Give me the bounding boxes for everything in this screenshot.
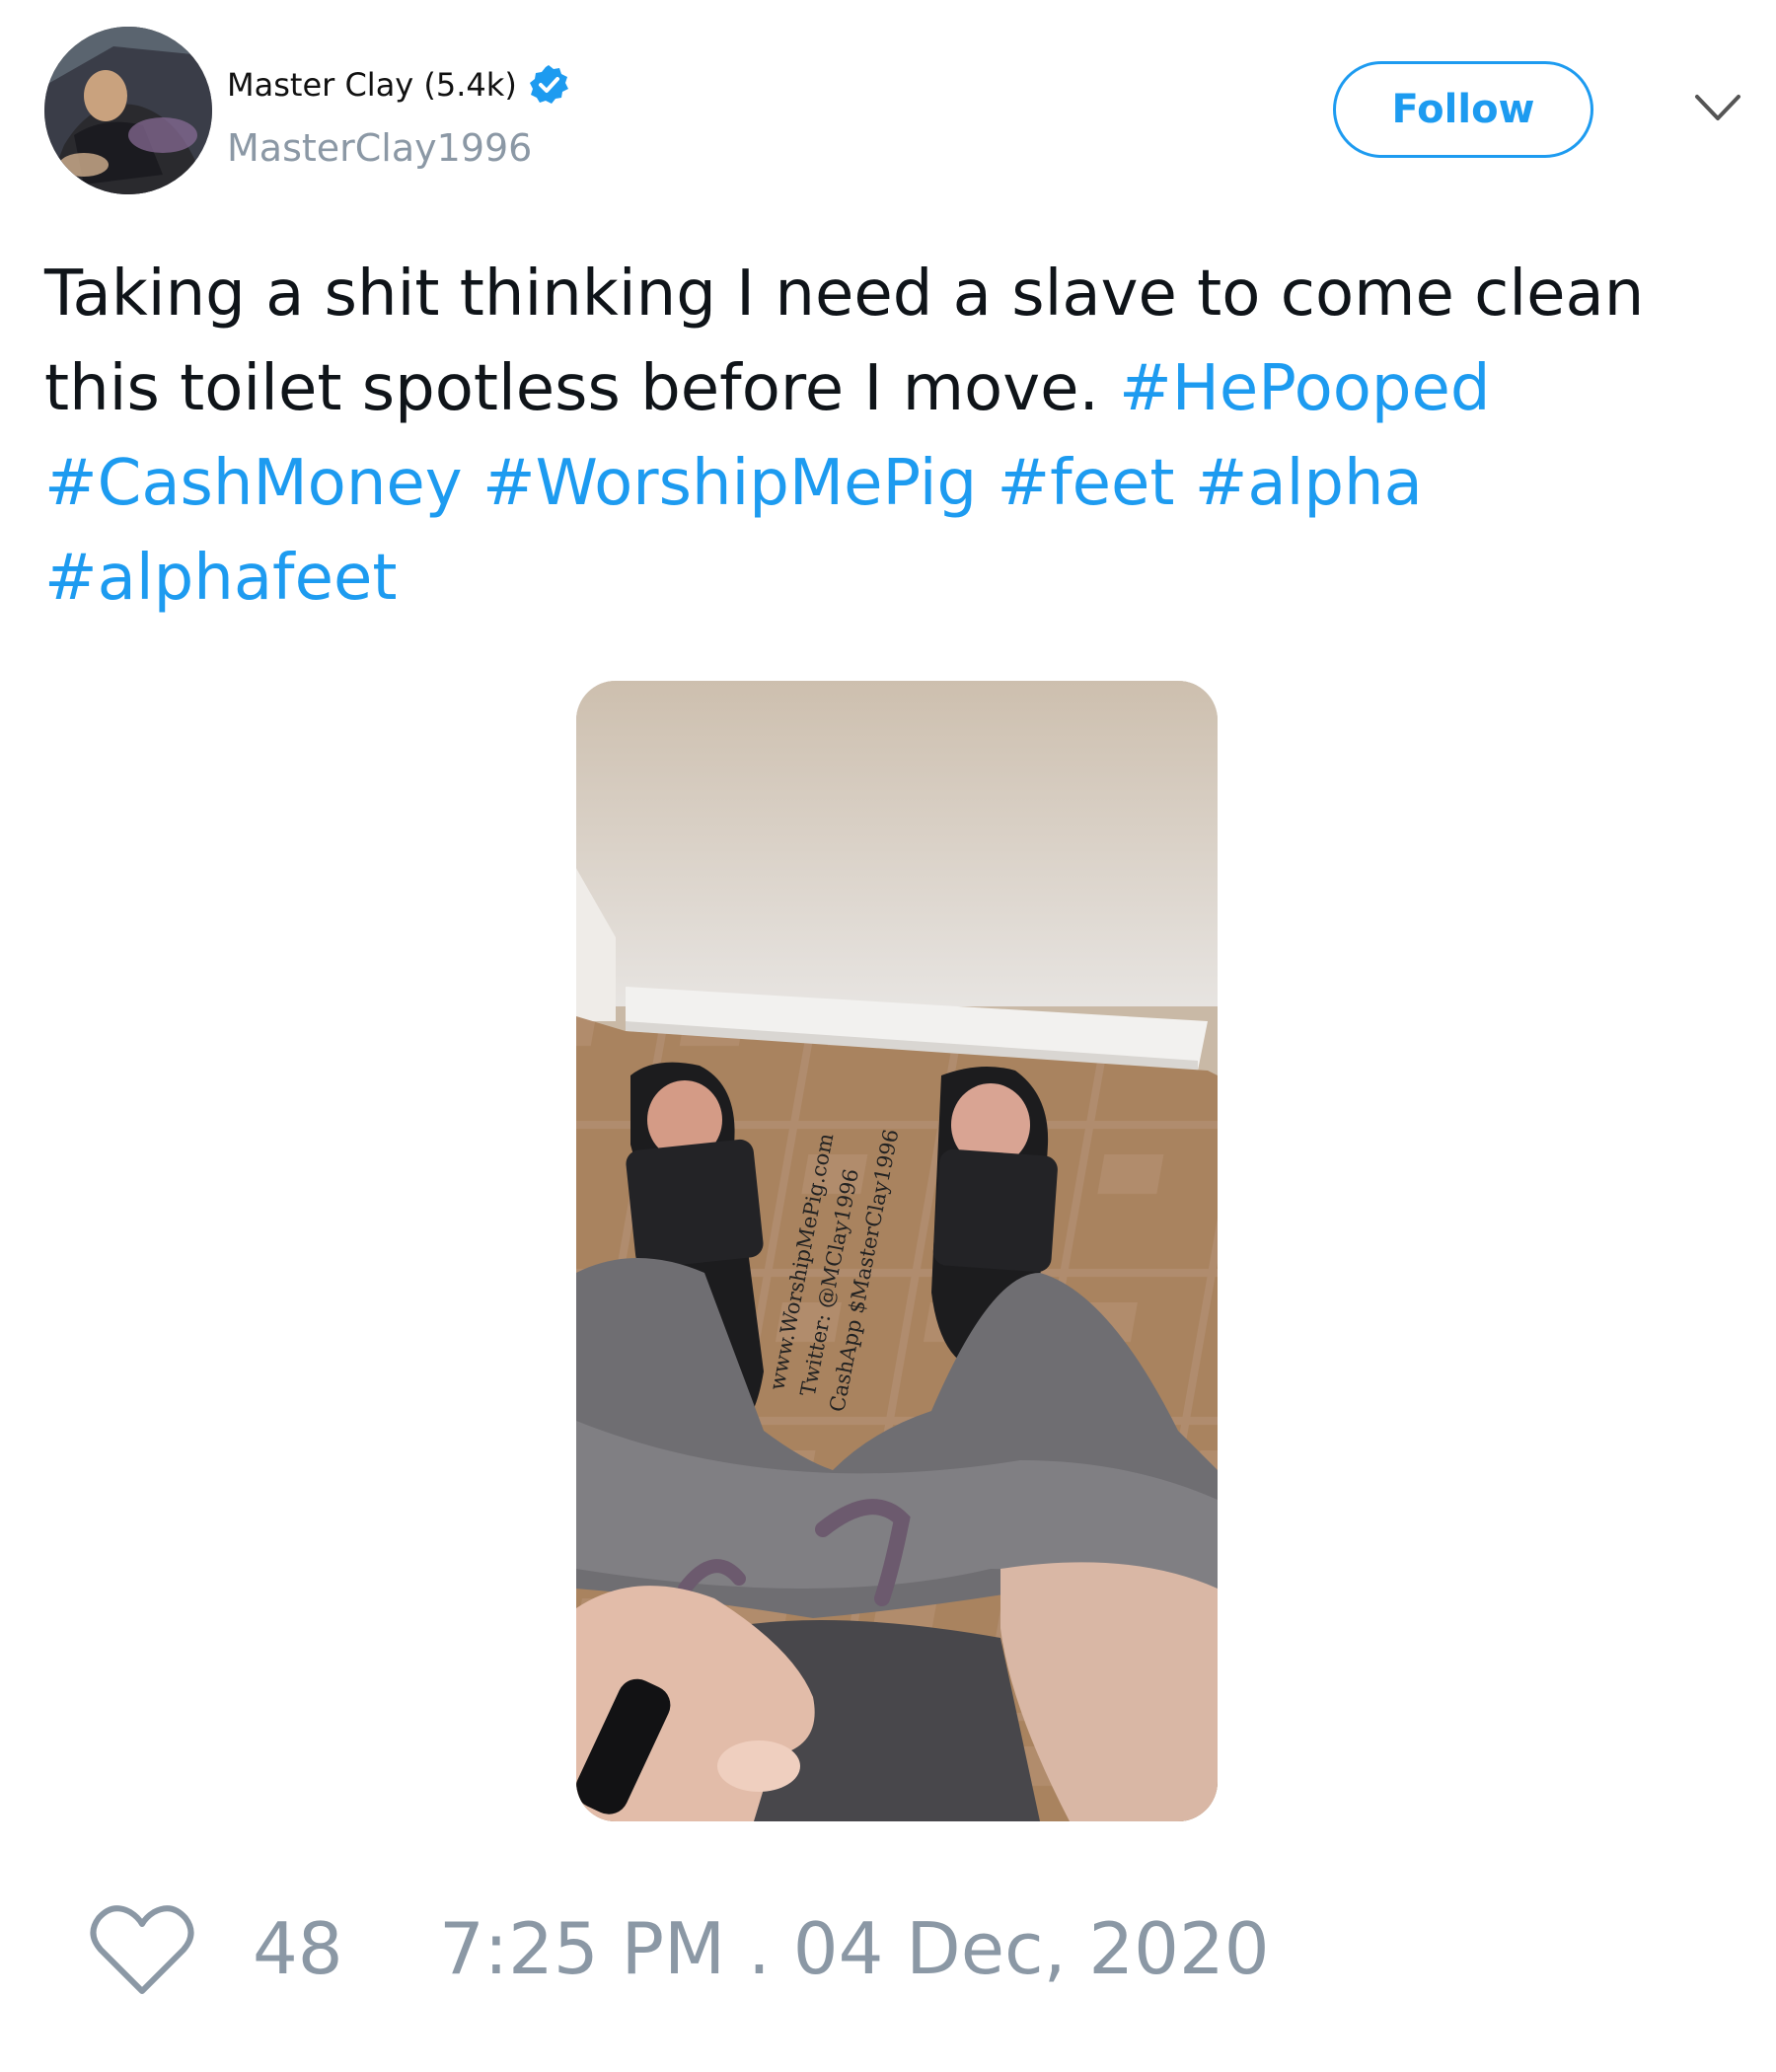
like-count: 48 <box>253 1907 343 1990</box>
tweet-media-photo[interactable]: www.WorshipMePig.com Twitter: @MClay1996… <box>576 681 1218 1821</box>
hashtag-link[interactable]: #HePooped <box>1119 352 1490 425</box>
verified-badge-icon <box>529 65 568 104</box>
tweet-timestamp[interactable]: 7:25 PM . 04 Dec, 2020 <box>439 1907 1270 1990</box>
hashtag-link[interactable]: #CashMoney <box>44 447 463 520</box>
hashtag-link[interactable]: #alphafeet <box>44 542 397 615</box>
heart-icon[interactable] <box>89 1904 195 1997</box>
hashtag-link[interactable]: #feet <box>997 447 1174 520</box>
hashtag-link[interactable]: #alpha <box>1195 447 1423 520</box>
follow-button[interactable]: Follow <box>1333 61 1593 158</box>
tweet-text: Taking a shit thinking I need a slave to… <box>44 247 1741 626</box>
hashtag-link[interactable]: #WorshipMePig <box>482 447 977 520</box>
author-handle[interactable]: MasterClay1996 <box>227 126 532 170</box>
tweet-card: Master Clay (5.4k) MasterClay1996 Follow… <box>0 0 1776 2072</box>
avatar[interactable] <box>44 27 212 194</box>
avatar-photo <box>44 27 212 194</box>
photo-image: www.WorshipMePig.com Twitter: @MClay1996… <box>576 681 1218 1821</box>
author-display-name[interactable]: Master Clay (5.4k) <box>227 66 517 104</box>
chevron-down-icon[interactable] <box>1693 91 1742 126</box>
author-name-row: Master Clay (5.4k) <box>227 63 570 107</box>
